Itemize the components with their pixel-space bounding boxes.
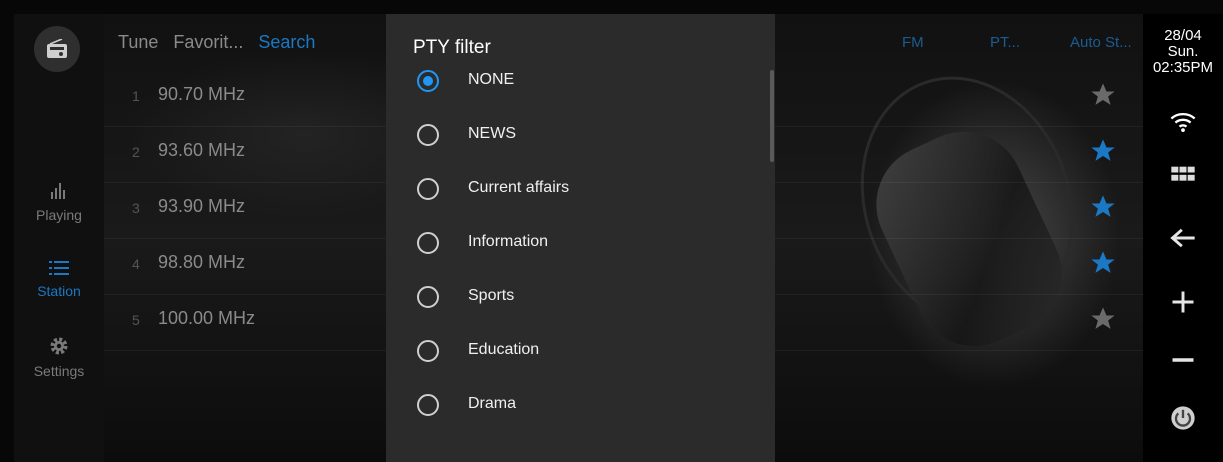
- time-text: 02:35PM: [1152, 59, 1214, 76]
- back-arrow-icon[interactable]: [1169, 224, 1197, 252]
- star-icon[interactable]: [1089, 81, 1117, 109]
- right-status-bar: 28/04 Sun. 02:35PM: [1143, 14, 1223, 462]
- pty-option-information[interactable]: Information: [386, 218, 775, 272]
- pty-option-none[interactable]: NONE: [386, 56, 775, 110]
- station-frequency: 93.60 MHz: [158, 140, 246, 160]
- star-icon[interactable]: [1089, 305, 1117, 333]
- list-icon: [49, 261, 69, 275]
- pty-option-current-affairs[interactable]: Current affairs: [386, 164, 775, 218]
- tab-favorites[interactable]: Favorit...: [173, 32, 243, 52]
- pty-filter-dialog: PTY filter NONE NEWS Current affairs Inf…: [386, 14, 775, 462]
- option-label: Current affairs: [468, 179, 570, 196]
- radio-icon: [47, 39, 67, 58]
- station-frequency: 100.00 MHz: [158, 308, 256, 328]
- star-icon[interactable]: [1089, 137, 1117, 165]
- day-text: Sun.: [1167, 43, 1199, 60]
- option-label: NEWS: [468, 125, 516, 142]
- tab-auto-store[interactable]: Auto St...: [1070, 34, 1132, 51]
- star-icon[interactable]: [1089, 193, 1117, 221]
- nav-settings-label: Settings: [33, 363, 85, 379]
- tab-search[interactable]: Search: [258, 32, 315, 52]
- radio-source-button[interactable]: [34, 26, 80, 72]
- tab-fm[interactable]: FM: [902, 34, 924, 51]
- radio-unselected-icon[interactable]: [417, 232, 439, 254]
- top-tabs: Tune Favorit... Search: [118, 32, 325, 53]
- nav-station-label: Station: [37, 283, 81, 299]
- station-number: 1: [132, 88, 140, 104]
- volume-down-icon[interactable]: [1169, 346, 1197, 374]
- radio-unselected-icon[interactable]: [417, 286, 439, 308]
- equalizer-icon: [51, 183, 65, 199]
- volume-up-icon[interactable]: [1169, 288, 1197, 316]
- station-number: 3: [132, 200, 140, 216]
- option-label: Sports: [468, 287, 515, 304]
- nav-playing-label: Playing: [36, 207, 82, 223]
- option-label: Education: [468, 341, 540, 358]
- station-number: 4: [132, 256, 140, 272]
- station-number: 5: [132, 312, 140, 328]
- clock: 28/04 Sun. 02:35PM: [1143, 28, 1223, 76]
- radio-app: Playing Station Settings Tune Favorit...…: [0, 0, 1223, 462]
- pty-option-education[interactable]: Education: [386, 326, 775, 380]
- tab-tune[interactable]: Tune: [118, 32, 158, 52]
- star-icon[interactable]: [1089, 249, 1117, 277]
- option-label: NONE: [468, 71, 515, 88]
- option-label: Drama: [468, 395, 517, 412]
- wifi-icon: [1170, 112, 1196, 133]
- pty-option-drama[interactable]: Drama: [386, 380, 775, 434]
- radio-unselected-icon[interactable]: [417, 340, 439, 362]
- station-frequency: 90.70 MHz: [158, 84, 246, 104]
- station-number: 2: [132, 144, 140, 160]
- station-frequency: 98.80 MHz: [158, 252, 246, 272]
- nav-settings[interactable]: Settings: [14, 336, 104, 379]
- nav-playing[interactable]: Playing: [14, 182, 104, 223]
- apps-grid-icon[interactable]: [1169, 162, 1197, 190]
- radio-selected-icon[interactable]: [417, 70, 439, 92]
- radio-unselected-icon[interactable]: [417, 124, 439, 146]
- radio-unselected-icon[interactable]: [417, 178, 439, 200]
- nav-station[interactable]: Station: [14, 260, 104, 299]
- radio-unselected-icon[interactable]: [417, 394, 439, 416]
- station-frequency: 93.90 MHz: [158, 196, 246, 216]
- pty-option-news[interactable]: NEWS: [386, 110, 775, 164]
- gear-icon: [50, 337, 68, 355]
- tab-pty[interactable]: PT...: [990, 34, 1020, 51]
- power-icon[interactable]: [1169, 404, 1197, 432]
- option-label: Information: [468, 233, 549, 250]
- left-nav: Playing Station Settings: [14, 14, 104, 462]
- date-text: 28/04: [1164, 27, 1202, 44]
- pty-option-sports[interactable]: Sports: [386, 272, 775, 326]
